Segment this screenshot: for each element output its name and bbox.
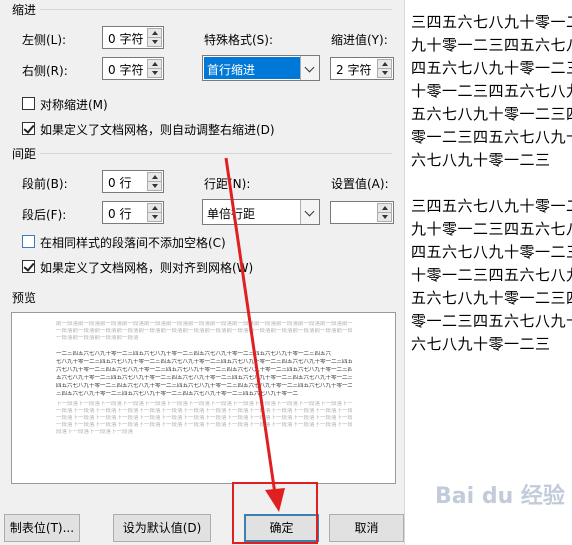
annotation-arrow-line — [224, 157, 277, 495]
annotation-overlay — [224, 157, 285, 512]
annotation-highlight-box — [232, 482, 318, 544]
